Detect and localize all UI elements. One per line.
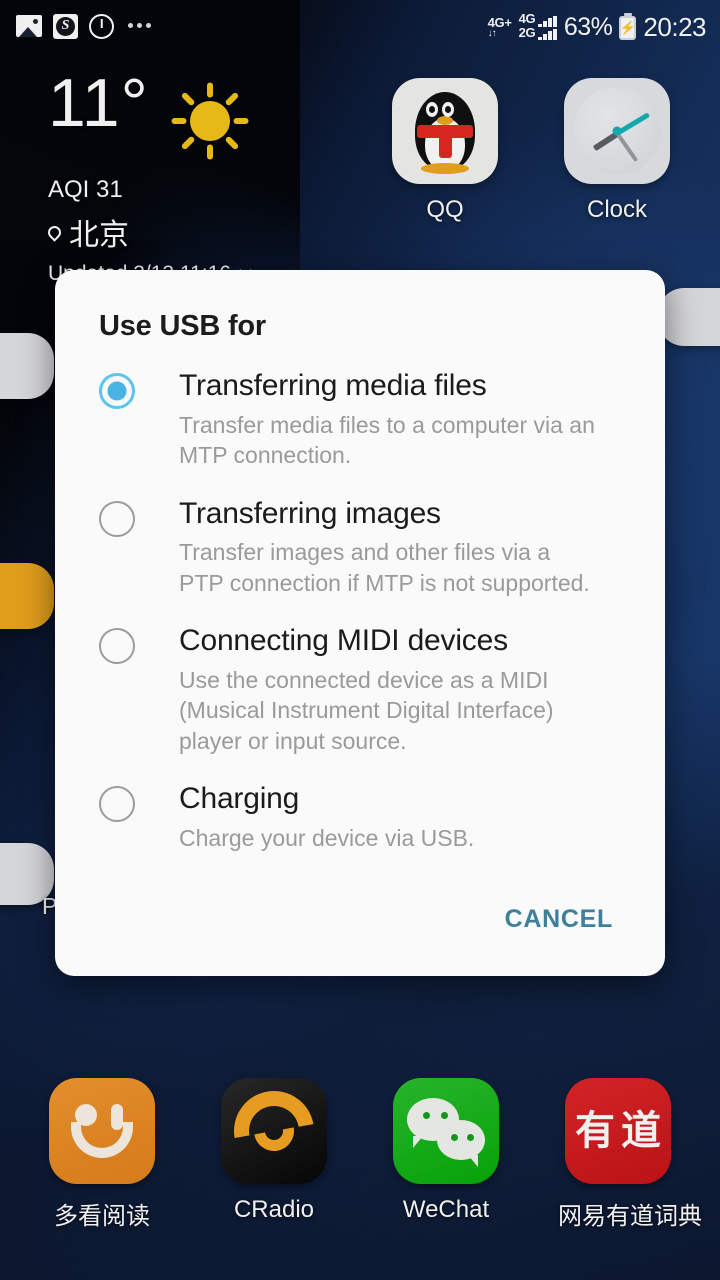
radio-transferring-images[interactable] [99,500,135,537]
cancel-button[interactable]: CANCEL [499,893,619,946]
radio-transferring-media-files[interactable] [99,373,135,409]
usb-option-transferring-media-files[interactable]: Transferring media files Transfer media … [55,369,665,471]
usb-option-description: Charge your device via USB. [179,824,475,851]
dialog-title: Use USB for [99,310,266,342]
radio-charging[interactable] [99,785,135,822]
usb-option-title: Charging [179,781,300,815]
usb-option-title: Transferring media files [179,369,487,402]
usb-option-description: Use the connected device as a MIDI (Musi… [179,666,554,754]
usb-option-connecting-midi-devices[interactable]: Connecting MIDI devices Use the connecte… [55,624,665,756]
usb-option-title: Transferring images [179,496,441,530]
radio-connecting-midi-devices[interactable] [99,628,135,665]
usb-option-charging[interactable]: Charging Charge your device via USB. [55,782,665,853]
usb-option-description: Transfer media files to a computer via a… [179,411,595,469]
phone-screen: S 4G+ ↓↑ 4G 2G 63% ⚡ 20:23 11° AQI 31 北京… [0,0,720,1280]
usb-option-title: Connecting MIDI devices [179,624,508,658]
usb-option-description: Transfer images and other files via a PT… [179,539,590,596]
dialog-actions: CANCEL [55,879,665,976]
usb-option-transferring-images[interactable]: Transferring images Transfer images and … [55,497,665,599]
use-usb-for-dialog: Use USB for Transferring media files Tra… [55,270,665,977]
